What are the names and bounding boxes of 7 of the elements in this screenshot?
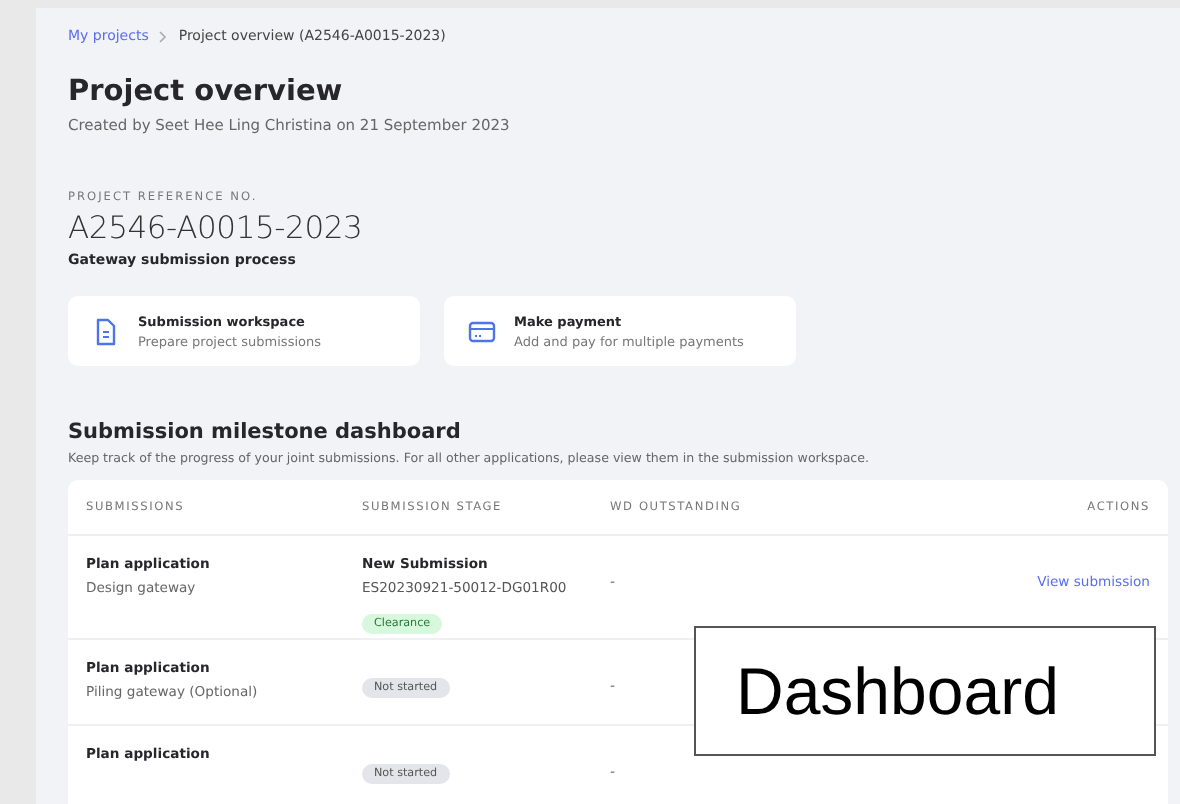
document-icon bbox=[92, 317, 120, 345]
card-icon bbox=[468, 317, 496, 345]
page-title: Project overview bbox=[68, 76, 345, 108]
reference-number: A2546-A0015-2023 bbox=[68, 210, 365, 246]
annotation-label: Dashboard bbox=[694, 626, 1156, 756]
chevron-icon bbox=[158, 29, 169, 43]
section-title: Submission milestone dashboard bbox=[68, 420, 463, 444]
